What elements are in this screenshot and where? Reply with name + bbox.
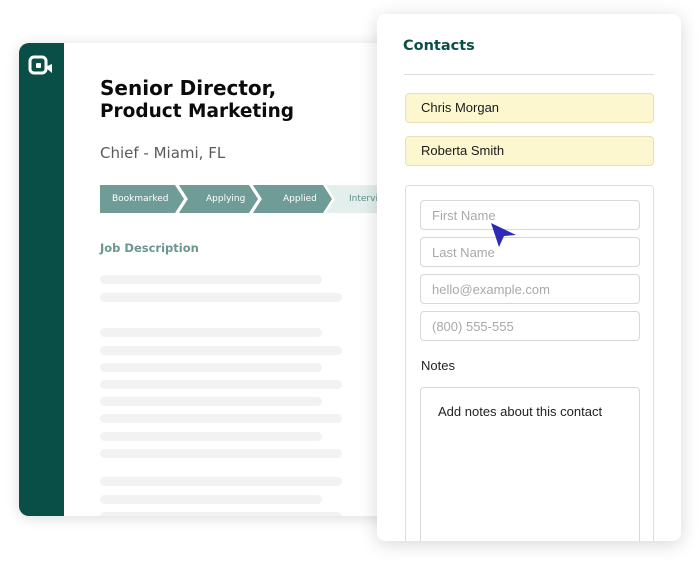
job-description-heading: Job Description xyxy=(100,241,199,255)
stage-bookmarked[interactable]: Bookmarked xyxy=(100,185,184,213)
new-contact-form: Notes xyxy=(405,185,654,541)
placeholder-line xyxy=(100,275,322,284)
placeholder-line xyxy=(100,380,342,389)
placeholder-line xyxy=(100,495,322,504)
placeholder-line xyxy=(100,512,342,516)
placeholder-line xyxy=(100,449,342,458)
placeholder-line xyxy=(100,293,342,302)
notes-textarea[interactable] xyxy=(420,387,640,541)
job-title-line1: Senior Director, xyxy=(100,76,277,100)
contacts-panel: Contacts Chris Morgan Roberta Smith Note… xyxy=(377,14,681,541)
notes-label: Notes xyxy=(421,358,455,373)
placeholder-line xyxy=(100,432,322,441)
divider xyxy=(404,74,654,75)
first-name-input[interactable] xyxy=(420,200,640,230)
placeholder-line xyxy=(100,363,322,372)
phone-input[interactable] xyxy=(420,311,640,341)
job-sidebar xyxy=(19,43,64,516)
mouse-cursor-icon xyxy=(491,223,516,247)
pipeline-stages: Bookmarked Applying Applied Interviewing xyxy=(100,185,399,213)
stage-label: Applying xyxy=(206,194,246,204)
job-title: Senior Director, Product Marketing xyxy=(100,76,390,123)
job-card: Senior Director, Product Marketing Chief… xyxy=(19,43,399,516)
job-company-location: Chief - Miami, FL xyxy=(100,144,226,162)
job-title-line2: Product Marketing xyxy=(100,100,295,122)
placeholder-line xyxy=(100,397,322,406)
placeholder-line xyxy=(100,414,342,423)
placeholder-line xyxy=(100,328,322,337)
stage-label: Applied xyxy=(283,194,317,204)
stage-applied[interactable]: Applied xyxy=(252,185,332,213)
contact-chip[interactable]: Roberta Smith xyxy=(405,136,654,166)
app-logo-icon[interactable] xyxy=(28,55,54,79)
contact-chip[interactable]: Chris Morgan xyxy=(405,93,654,123)
placeholder-line xyxy=(100,477,342,486)
last-name-input[interactable] xyxy=(420,237,640,267)
contacts-title: Contacts xyxy=(403,38,475,54)
placeholder-line xyxy=(100,346,342,355)
stage-label: Bookmarked xyxy=(112,194,169,204)
stage-applying[interactable]: Applying xyxy=(178,185,258,213)
email-input[interactable] xyxy=(420,274,640,304)
